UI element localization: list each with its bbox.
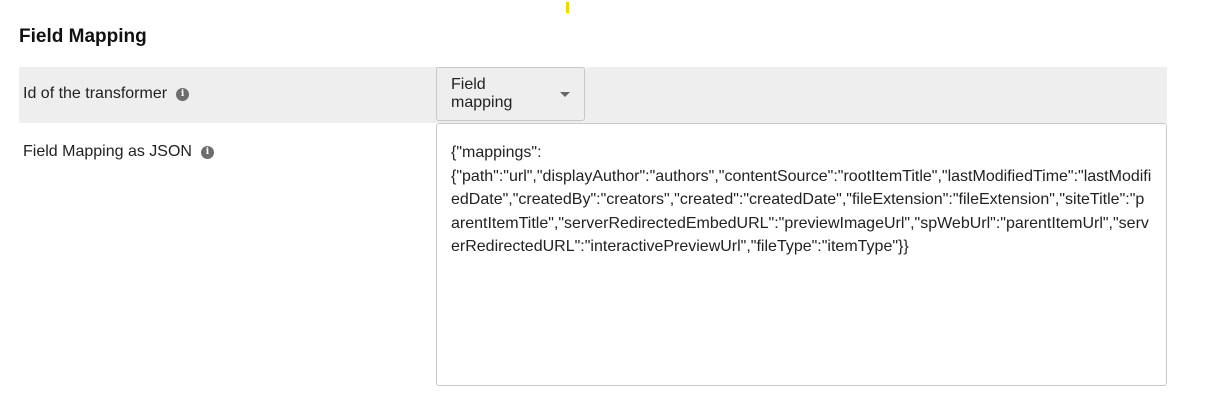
field-mapping-label: Field Mapping as JSON <box>23 143 192 160</box>
info-icon[interactable]: i <box>200 145 214 159</box>
field-mapping-label-group: Field Mapping as JSON i <box>23 143 214 161</box>
transformer-label-group: Id of the transformer i <box>23 85 190 103</box>
transformer-select-value: Field mapping <box>451 76 513 111</box>
info-icon[interactable]: i <box>176 87 190 101</box>
field-mapping-row: Field Mapping as JSON i {"mappings": {"p… <box>19 123 1167 386</box>
field-mapping-panel: Field Mapping Id of the transformer i Fi… <box>0 0 1213 404</box>
chevron-down-icon <box>560 91 570 97</box>
transformer-label: Id of the transformer <box>23 85 168 102</box>
transformer-select[interactable]: Field mapping <box>436 67 585 121</box>
section-title: Field Mapping <box>19 26 147 47</box>
accent-marker <box>566 2 569 13</box>
field-mapping-json-input[interactable]: {"mappings": {"path":"url","displayAutho… <box>436 123 1167 386</box>
transformer-row: Id of the transformer i Field mapping <box>19 67 1167 123</box>
